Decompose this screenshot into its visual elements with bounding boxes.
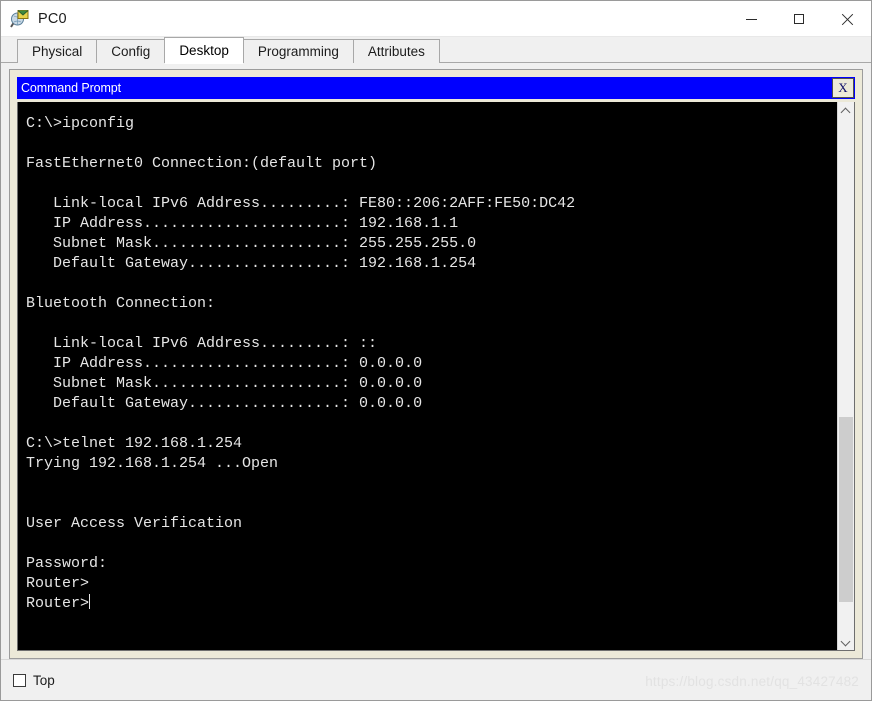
- top-checkbox[interactable]: [13, 673, 26, 687]
- desktop-panel: Command Prompt X C:\>ipconfig FastEthern…: [9, 69, 863, 659]
- terminal-container: C:\>ipconfig FastEthernet0 Connection:(d…: [17, 102, 855, 651]
- pc0-window: PC0 Physical Config Desktop Programming …: [0, 0, 872, 701]
- terminal-line: Subnet Mask.....................: 255.25…: [26, 235, 477, 252]
- scroll-up-arrow-icon: [842, 107, 850, 115]
- terminal-line: Router>: [26, 575, 90, 592]
- tab-bar: Physical Config Desktop Programming Attr…: [1, 37, 871, 64]
- scrollbar-thumb[interactable]: [839, 417, 853, 603]
- terminal-line: Subnet Mask.....................: 0.0.0.…: [26, 375, 423, 392]
- terminal-line: IP Address......................: 0.0.0.…: [26, 355, 423, 372]
- pc-device-icon: [10, 9, 30, 29]
- minimize-icon: [745, 18, 757, 20]
- scroll-down-arrow-icon: [842, 638, 850, 646]
- terminal-line: Default Gateway.................: 0.0.0.…: [26, 395, 423, 412]
- terminal-line: C:\>ipconfig: [26, 115, 135, 132]
- terminal-prompt-text: Router>: [26, 595, 90, 612]
- command-prompt-close-button[interactable]: X: [832, 78, 854, 98]
- top-checkbox-wrapper[interactable]: Top: [13, 673, 55, 688]
- terminal-output[interactable]: C:\>ipconfig FastEthernet0 Connection:(d…: [18, 102, 837, 650]
- terminal-line: Bluetooth Connection:: [26, 295, 216, 312]
- close-icon: [841, 13, 854, 26]
- tab-programming[interactable]: Programming: [242, 39, 354, 63]
- maximize-icon: [794, 14, 804, 24]
- scroll-down-button[interactable]: [838, 633, 854, 650]
- terminal-cursor: [89, 594, 91, 609]
- window-titlebar: PC0: [1, 1, 871, 37]
- command-prompt-titlebar: Command Prompt X: [17, 77, 855, 99]
- terminal-line: C:\>telnet 192.168.1.254: [26, 435, 243, 452]
- tab-desktop[interactable]: Desktop: [164, 37, 244, 64]
- terminal-line: IP Address......................: 192.16…: [26, 215, 459, 232]
- terminal-line: Password:: [26, 555, 108, 572]
- terminal-scrollbar[interactable]: [837, 102, 854, 650]
- watermark-text: https://blog.csdn.net/qq_43427482: [645, 674, 859, 689]
- scroll-up-button[interactable]: [838, 102, 854, 119]
- close-button[interactable]: [823, 1, 871, 37]
- tab-config[interactable]: Config: [96, 39, 166, 63]
- terminal-line: User Access Verification: [26, 515, 243, 532]
- status-bar: Top https://blog.csdn.net/qq_43427482: [1, 659, 871, 700]
- terminal-line: FastEthernet0 Connection:(default port): [26, 155, 378, 172]
- tab-physical[interactable]: Physical: [17, 39, 98, 63]
- terminal-line: Trying 192.168.1.254 ...Open: [26, 455, 279, 472]
- terminal-prompt-line: Router>: [26, 594, 837, 614]
- terminal-line: Default Gateway.................: 192.16…: [26, 255, 477, 272]
- command-prompt-title: Command Prompt: [21, 81, 122, 95]
- tab-attributes[interactable]: Attributes: [352, 39, 440, 63]
- terminal-line: Link-local IPv6 Address.........: ::: [26, 335, 378, 352]
- scrollbar-track[interactable]: [838, 119, 854, 633]
- maximize-button[interactable]: [775, 1, 823, 37]
- terminal-line: Link-local IPv6 Address.........: FE80::…: [26, 195, 576, 212]
- top-checkbox-label: Top: [33, 672, 55, 688]
- minimize-button[interactable]: [727, 1, 775, 37]
- window-controls: [727, 1, 871, 37]
- window-title: PC0: [38, 10, 67, 27]
